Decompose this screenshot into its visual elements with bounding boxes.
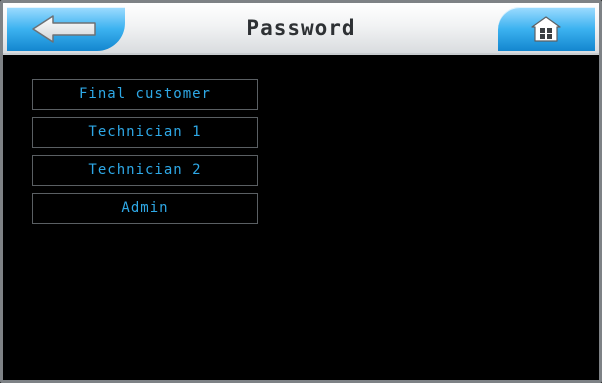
header-bar: Password (3, 3, 599, 55)
technician-2-button[interactable]: Technician 2 (32, 155, 258, 186)
page-title: Password (246, 16, 356, 40)
back-button[interactable] (7, 7, 125, 51)
user-level-list: Final customer Technician 1 Technician 2… (32, 79, 260, 231)
admin-button[interactable]: Admin (32, 193, 258, 224)
final-customer-button[interactable]: Final customer (32, 79, 258, 110)
password-screen: Password Final customer Technician 1 Tec… (0, 0, 602, 383)
home-icon (531, 16, 561, 42)
back-arrow-icon (32, 15, 96, 43)
home-button[interactable] (498, 7, 595, 51)
technician-1-button[interactable]: Technician 1 (32, 117, 258, 148)
